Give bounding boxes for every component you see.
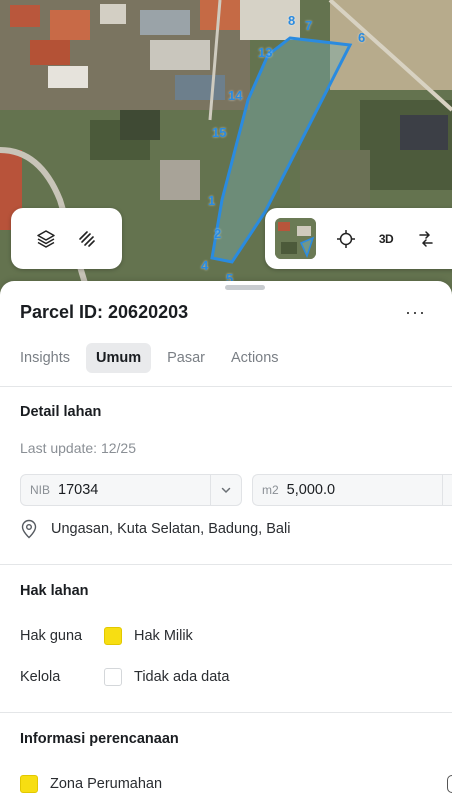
share-icon (419, 230, 433, 247)
layers-icon (37, 229, 55, 248)
kelola-row: Kelola Tidak ada data (20, 668, 229, 686)
parcel-vertex-label: 1 (208, 193, 216, 208)
parcel-vertex-label: 2 (214, 226, 222, 241)
parcel-vertex-label: 13 (258, 45, 273, 60)
basemap-thumbnail[interactable] (275, 218, 316, 259)
hak-guna-label: Hak guna (20, 628, 83, 644)
tab-pasar[interactable]: Pasar (157, 343, 215, 373)
zona-value: Zona Perumahan (50, 776, 163, 792)
tab-umum[interactable]: Umum (85, 343, 152, 373)
section-title-detail: Detail lahan (20, 404, 102, 420)
section-title-perencanaan: Informasi perencanaan (20, 731, 179, 747)
section-title-hak: Hak lahan (20, 583, 89, 599)
divider (0, 712, 452, 713)
divider (0, 564, 452, 565)
nib-prefix: NIB (30, 483, 51, 497)
address-row: Ungasan, Kuta Selatan, Badung, Bali (20, 519, 290, 539)
crosshair-icon (337, 229, 355, 248)
hak-guna-value: Hak Milik (134, 628, 193, 644)
sheet-drag-handle[interactable] (225, 285, 265, 290)
tab-bar: Insights Umum Pasar Actions (10, 343, 295, 373)
hak-milik-color-swatch (104, 627, 122, 645)
more-options-button[interactable]: ··· (405, 303, 426, 321)
divider (0, 386, 452, 387)
area-field[interactable]: m2 5,000.0 (252, 474, 452, 506)
nib-dropdown[interactable] (210, 475, 241, 505)
parcel-vertex-label: 15 (212, 125, 227, 140)
chevron-down-icon (221, 487, 231, 494)
3d-label: 3D (378, 231, 394, 246)
parcel-vertex-label: 8 (288, 13, 296, 28)
satellite-thumbnail-icon (275, 218, 316, 259)
parcel-vertex-label: 4 (201, 258, 209, 273)
locate-button[interactable] (326, 219, 366, 259)
zona-color-swatch (20, 775, 38, 793)
kelola-label: Kelola (20, 669, 61, 685)
kelola-color-swatch (104, 668, 122, 686)
nib-field[interactable]: NIB 17034 (20, 474, 242, 506)
map-view-panel: 3D (265, 208, 452, 269)
toggle-3d-button[interactable]: 3D (366, 219, 406, 259)
hak-guna-row: Hak guna Hak Milik (20, 627, 193, 645)
field-divider (442, 475, 443, 505)
nib-value: 17034 (58, 482, 99, 498)
parcel-vertex-label: 6 (358, 30, 366, 45)
area-value: 5,000.0 (286, 482, 336, 498)
address-text: Ungasan, Kuta Selatan, Badung, Bali (51, 521, 291, 537)
sheet-header: Parcel ID: 20620203 ··· (20, 300, 432, 324)
parcel-vertex-label: 7 (305, 18, 313, 33)
map-view[interactable]: 8 7 6 13 14 15 1 2 4 5 3D (0, 0, 452, 300)
location-pin-icon (21, 519, 37, 539)
parcel-title: Parcel ID: 20620203 (20, 301, 189, 322)
tab-insights[interactable]: Insights (10, 343, 80, 373)
parcel-vertex-label: 14 (228, 88, 243, 103)
tab-actions[interactable]: Actions (221, 343, 289, 373)
layers-button[interactable] (26, 219, 66, 259)
map-tools-panel (11, 208, 122, 269)
parcel-detail-sheet: Parcel ID: 20620203 ··· Insights Umum Pa… (0, 281, 452, 804)
zona-row: Zona Perumahan (20, 775, 162, 793)
draw-tool-icon (79, 230, 96, 247)
last-update-text: Last update: 12/25 (20, 440, 136, 456)
area-prefix: m2 (262, 483, 279, 497)
zona-info-icon[interactable] (447, 775, 452, 793)
draw-tool-button[interactable] (67, 219, 107, 259)
share-button[interactable] (406, 219, 446, 259)
kelola-value: Tidak ada data (134, 669, 230, 685)
